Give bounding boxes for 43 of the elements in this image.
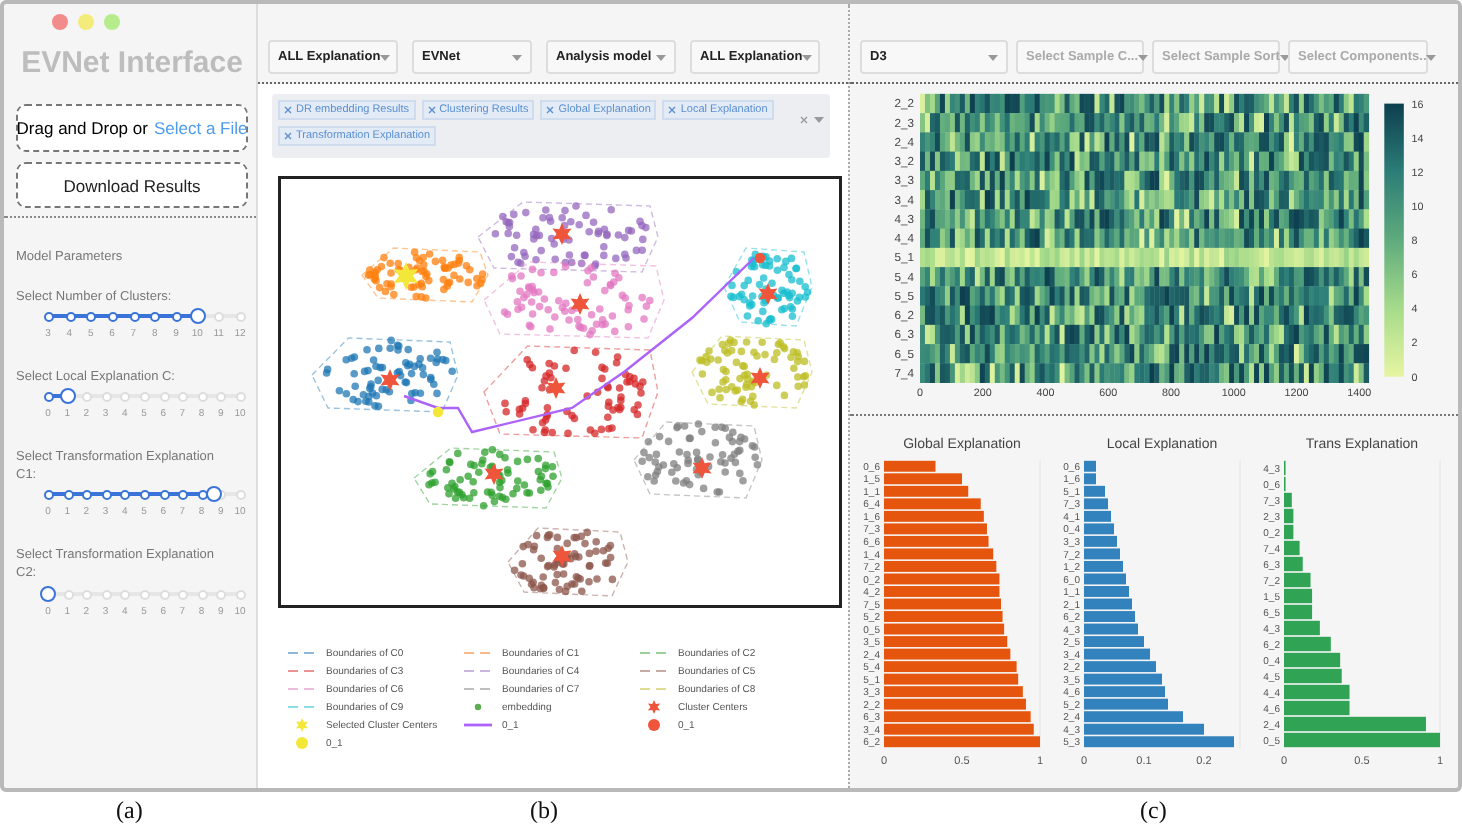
cluster-center-star xyxy=(393,262,419,290)
figure-caption: (c) xyxy=(1140,796,1167,827)
close-icon[interactable] xyxy=(284,132,292,140)
slider-track[interactable] xyxy=(48,310,240,323)
cluster-center-star xyxy=(750,367,770,389)
cluster-center-star xyxy=(692,457,712,479)
slider-thumb[interactable] xyxy=(205,486,222,503)
download-button[interactable]: Download Results xyxy=(16,162,248,208)
caret-icon xyxy=(656,53,666,61)
caret-icon xyxy=(380,53,391,61)
close-icon[interactable] xyxy=(284,106,292,114)
cluster-center-star xyxy=(552,545,572,567)
caret-icon xyxy=(814,116,824,124)
caret-icon xyxy=(1426,53,1437,61)
select-file-link[interactable]: Select a File xyxy=(153,118,248,138)
cluster-center-star xyxy=(758,283,778,305)
caret-icon xyxy=(512,53,522,61)
slider-track[interactable] xyxy=(48,390,240,403)
caret-icon xyxy=(1138,53,1148,61)
file-drop-zone[interactable]: Drag and Drop or Select a File xyxy=(16,104,248,152)
caret-icon xyxy=(802,53,813,61)
cluster-center-star xyxy=(380,369,400,391)
caret-icon xyxy=(988,53,998,61)
close-icon[interactable] xyxy=(800,116,808,124)
cluster-center-star xyxy=(552,223,572,245)
cluster-center-star xyxy=(484,463,504,485)
slider-thumb[interactable] xyxy=(59,388,76,405)
close-window-icon[interactable] xyxy=(52,14,68,30)
close-icon[interactable] xyxy=(668,106,677,114)
marker-dot xyxy=(754,252,766,264)
slider-thumb[interactable] xyxy=(40,585,56,602)
drop-zone-text: Drag and Drop or xyxy=(16,118,148,138)
caret-icon xyxy=(1279,53,1290,61)
app-title: EVNet Interface xyxy=(19,46,245,80)
figure-caption: (b) xyxy=(530,796,558,827)
slider-thumb[interactable] xyxy=(189,308,206,325)
slider-track[interactable] xyxy=(48,488,240,501)
cluster-center-star xyxy=(546,377,566,399)
figure-caption: (a) xyxy=(116,796,143,827)
marker-dot xyxy=(432,406,444,418)
close-icon[interactable] xyxy=(427,106,436,114)
cluster-center-star xyxy=(570,293,590,315)
close-icon[interactable] xyxy=(546,106,555,114)
